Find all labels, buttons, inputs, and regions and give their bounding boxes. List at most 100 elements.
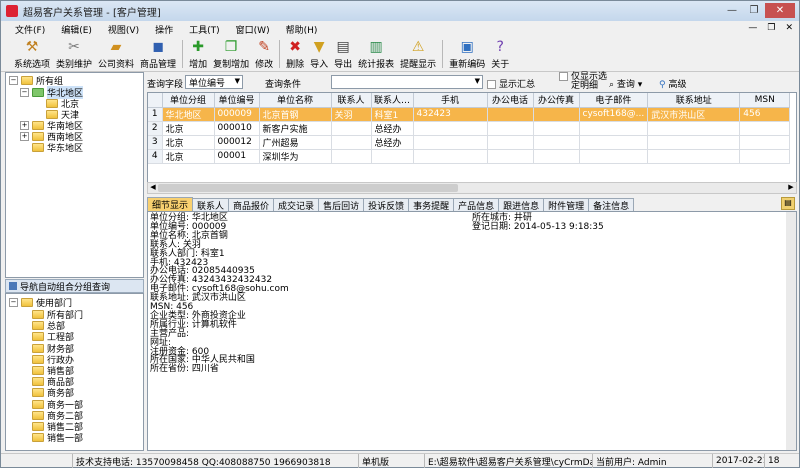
table-cell[interactable]: cysoft168@... [579, 107, 649, 122]
stat-report-button[interactable]: ▥ 统计报表 [355, 38, 397, 70]
grid-column-header[interactable]: 联系地址 [647, 93, 741, 108]
tab-item[interactable]: 产品信息 [453, 198, 500, 212]
menu-help[interactable]: 帮助(H) [286, 23, 318, 36]
tab-item[interactable]: 备注信息 [588, 198, 635, 212]
grid-column-header[interactable]: 联系人… [371, 93, 414, 108]
table-cell[interactable] [413, 149, 488, 164]
query-condition-select[interactable]: ▼ [331, 75, 483, 89]
table-cell[interactable] [739, 149, 791, 164]
table-cell[interactable]: 北京 [162, 121, 215, 136]
grid-column-header[interactable]: 单位名称 [259, 93, 332, 108]
table-row[interactable]: 2 北京 000010 新客户实施 总经办 [148, 121, 791, 136]
close-button[interactable]: ✕ [765, 3, 795, 18]
query-field-select[interactable]: 单位编号 ▼ [185, 75, 243, 89]
grid-column-header[interactable]: 联系人 [331, 93, 372, 108]
scroll-right-icon[interactable]: ▶ [786, 183, 796, 191]
table-cell[interactable] [487, 121, 534, 136]
table-cell[interactable] [739, 121, 791, 136]
about-button[interactable]: ? 关于 [488, 38, 512, 70]
table-cell[interactable] [331, 135, 372, 150]
mdi-restore-button[interactable]: ❐ [767, 23, 775, 33]
row-number[interactable]: 4 [148, 149, 163, 164]
export-button[interactable]: ▤ 导出 [331, 38, 355, 70]
grid-column-header[interactable]: MSN [739, 93, 791, 108]
table-cell[interactable]: 武汉市洪山区 [647, 107, 741, 122]
table-cell[interactable] [579, 149, 649, 164]
product-manage-button[interactable]: ◼ 商品管理 [137, 38, 179, 70]
mdi-close-button[interactable]: ✕ [785, 23, 793, 33]
menu-edit[interactable]: 编辑(E) [61, 23, 92, 36]
menu-tools[interactable]: 工具(T) [189, 23, 220, 36]
grid-column-header[interactable]: 电子邮件 [579, 93, 649, 108]
table-cell[interactable] [331, 121, 372, 136]
table-cell[interactable]: 000009 [214, 107, 260, 122]
recode-button[interactable]: ▣ 重新编码 [446, 38, 488, 70]
category-maintain-button[interactable]: ✂ 类别维护 [53, 38, 95, 70]
table-cell[interactable]: 科室1 [371, 107, 414, 122]
table-cell[interactable] [487, 135, 534, 150]
grid-column-header[interactable]: 办公传真 [533, 93, 580, 108]
table-cell[interactable] [487, 107, 534, 122]
table-cell[interactable]: 00001 [214, 149, 260, 164]
table-cell[interactable]: 深圳华为 [259, 149, 332, 164]
table-cell[interactable] [533, 149, 580, 164]
tab-item[interactable]: 商品报价 [228, 198, 275, 212]
table-cell[interactable] [331, 149, 372, 164]
grid-column-header[interactable]: 单位分组 [162, 93, 215, 108]
add-button[interactable]: ✚ 增加 [186, 38, 210, 70]
row-number[interactable]: 1 [148, 107, 163, 122]
tree-root[interactable]: − 所有组 [9, 75, 63, 87]
tab-item[interactable]: 投诉反馈 [363, 198, 410, 212]
tab-item[interactable]: 事务提醒 [408, 198, 455, 212]
minimize-button[interactable]: — [721, 3, 743, 18]
table-cell[interactable] [647, 121, 741, 136]
table-cell[interactable] [413, 135, 488, 150]
only-show-selected-checkbox[interactable]: 仅显示选 定明细 [559, 72, 607, 91]
table-cell[interactable]: 000012 [214, 135, 260, 150]
table-cell[interactable] [413, 121, 488, 136]
table-cell[interactable]: 总经办 [371, 121, 414, 136]
company-info-button[interactable]: ▰ 公司资料 [95, 38, 137, 70]
tree-node-huadong[interactable]: 华东地区 [32, 142, 83, 154]
menu-window[interactable]: 窗口(W) [236, 23, 270, 36]
table-cell[interactable]: 关羽 [331, 107, 372, 122]
table-row[interactable]: 1 华北地区 000009 北京首钢 关羽 科室1 432423 cysoft168@... 武… [148, 107, 791, 122]
scroll-thumb[interactable] [158, 184, 458, 192]
table-cell[interactable]: 总经办 [371, 135, 414, 150]
table-cell[interactable] [371, 149, 414, 164]
scroll-left-icon[interactable]: ◀ [148, 183, 158, 191]
system-options-button[interactable]: ⚒ 系统选项 [11, 38, 53, 70]
grid-horizontal-scrollbar[interactable]: ◀ ▶ [147, 182, 797, 194]
row-number[interactable]: 2 [148, 121, 163, 136]
tab-item[interactable]: 细节显示 [147, 197, 194, 211]
table-cell[interactable] [533, 135, 580, 150]
nav-tree-root[interactable]: − 使用部门 [9, 297, 72, 309]
attachment-icon[interactable]: ▤ [781, 197, 795, 210]
menu-operate[interactable]: 操作 [155, 23, 173, 36]
table-cell[interactable] [739, 135, 791, 150]
tab-item[interactable]: 联系人 [192, 198, 230, 212]
table-cell[interactable] [579, 121, 649, 136]
show-summary-checkbox[interactable]: 显示汇总 [487, 77, 535, 90]
tab-item[interactable]: 跟进信息 [498, 198, 545, 212]
advanced-button[interactable]: ⚲ 高级 [659, 77, 686, 90]
table-cell[interactable] [533, 107, 580, 122]
grid-column-header[interactable]: 单位编号 [214, 93, 260, 108]
import-button[interactable]: ▼ 导入 [307, 38, 331, 70]
nav-tree-item[interactable]: 销售一部 [32, 432, 83, 444]
menu-view[interactable]: 视图(V) [108, 23, 139, 36]
table-cell[interactable] [487, 149, 534, 164]
table-cell[interactable] [647, 135, 741, 150]
grid-column-header[interactable]: 手机 [413, 93, 488, 108]
table-cell[interactable] [579, 135, 649, 150]
table-cell[interactable]: 432423 [413, 107, 488, 122]
reminder-button[interactable]: ⚠ 提醒显示 [397, 38, 439, 70]
delete-button[interactable]: ✖ 删除 [283, 38, 307, 70]
edit-button[interactable]: ✎ 修改 [252, 38, 276, 70]
detail-vertical-scrollbar[interactable] [786, 212, 796, 450]
table-cell[interactable]: 北京 [162, 135, 215, 150]
table-cell[interactable]: 广州超易 [259, 135, 332, 150]
table-cell[interactable]: 456 [739, 107, 791, 122]
menu-file[interactable]: 文件(F) [15, 23, 45, 36]
copy-add-button[interactable]: ❐ 复制增加 [210, 38, 252, 70]
